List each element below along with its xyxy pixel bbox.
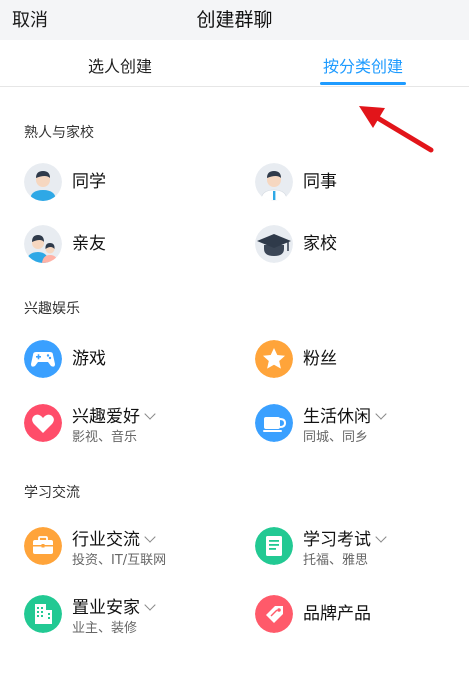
section-title-acquaintance: 熟人与家校 (24, 125, 94, 141)
category-label: 行业交流 (72, 525, 156, 550)
category-label-text: 行业交流 (72, 530, 140, 550)
heart-icon (24, 404, 62, 442)
category-label-text: 生活休闲 (303, 407, 371, 427)
graduation-cap-icon (255, 225, 293, 263)
colleague-avatar-icon (255, 163, 293, 201)
top-bar: 取消 创建群聊 (0, 0, 469, 40)
category-hobbies[interactable]: 兴趣爱好 影视、音乐 (24, 404, 244, 450)
building-icon (24, 595, 62, 633)
category-label: 学习考试 (303, 525, 387, 550)
category-subtitle: 投资、IT/互联网 (72, 553, 167, 568)
chevron-down-icon[interactable] (375, 531, 387, 543)
category-exams[interactable]: 学习考试 托福、雅思 (255, 527, 455, 573)
section-title-study: 学习交流 (24, 485, 80, 501)
category-label: 亲友 (72, 234, 106, 254)
category-games[interactable]: 游戏 (24, 340, 224, 386)
chevron-down-icon[interactable] (144, 531, 156, 543)
tab-bar: 选人创建 按分类创建 (0, 40, 469, 87)
category-label: 家校 (303, 234, 337, 254)
gamepad-icon (24, 340, 62, 378)
category-label-text: 兴趣爱好 (72, 407, 140, 427)
category-label: 同学 (72, 172, 106, 192)
section-title-entertainment: 兴趣娱乐 (24, 301, 80, 317)
category-subtitle: 影视、音乐 (72, 430, 138, 445)
category-subtitle: 业主、装修 (72, 621, 138, 636)
tag-icon (255, 595, 293, 633)
category-label: 同事 (303, 172, 337, 192)
chevron-down-icon[interactable] (144, 599, 156, 611)
category-label: 品牌产品 (303, 604, 371, 624)
page-title: 创建群聊 (196, 9, 273, 31)
category-real-estate[interactable]: 置业安家 业主、装修 (24, 595, 244, 641)
category-label: 生活休闲 (303, 402, 387, 427)
star-icon (255, 340, 293, 378)
category-label: 粉丝 (303, 349, 337, 369)
category-industry[interactable]: 行业交流 投资、IT/互联网 (24, 527, 244, 573)
category-subtitle: 托福、雅思 (303, 553, 369, 568)
briefcase-icon (24, 527, 62, 565)
tab-by-category[interactable]: 按分类创建 (323, 53, 403, 77)
tab-select-people[interactable]: 选人创建 (88, 53, 152, 77)
category-relatives[interactable]: 亲友 (24, 225, 224, 271)
category-leisure[interactable]: 生活休闲 同城、同乡 (255, 404, 455, 450)
category-label: 兴趣爱好 (72, 402, 156, 427)
category-colleagues[interactable]: 同事 (255, 163, 455, 209)
document-icon (255, 527, 293, 565)
category-home-school[interactable]: 家校 (255, 225, 455, 271)
category-label-text: 学习考试 (303, 530, 371, 550)
category-fans[interactable]: 粉丝 (255, 340, 455, 386)
category-label: 游戏 (72, 349, 106, 369)
student-avatar-icon (24, 163, 62, 201)
category-subtitle: 同城、同乡 (303, 430, 369, 445)
active-tab-indicator (320, 82, 406, 85)
category-classmates[interactable]: 同学 (24, 163, 224, 209)
family-avatar-icon (24, 225, 62, 263)
coffee-icon (255, 404, 293, 442)
category-label-text: 置业安家 (72, 598, 140, 618)
chevron-down-icon[interactable] (144, 408, 156, 420)
category-label: 置业安家 (72, 593, 156, 618)
category-brand[interactable]: 品牌产品 (255, 595, 455, 641)
chevron-down-icon[interactable] (375, 408, 387, 420)
annotation-arrow-icon (359, 106, 434, 153)
